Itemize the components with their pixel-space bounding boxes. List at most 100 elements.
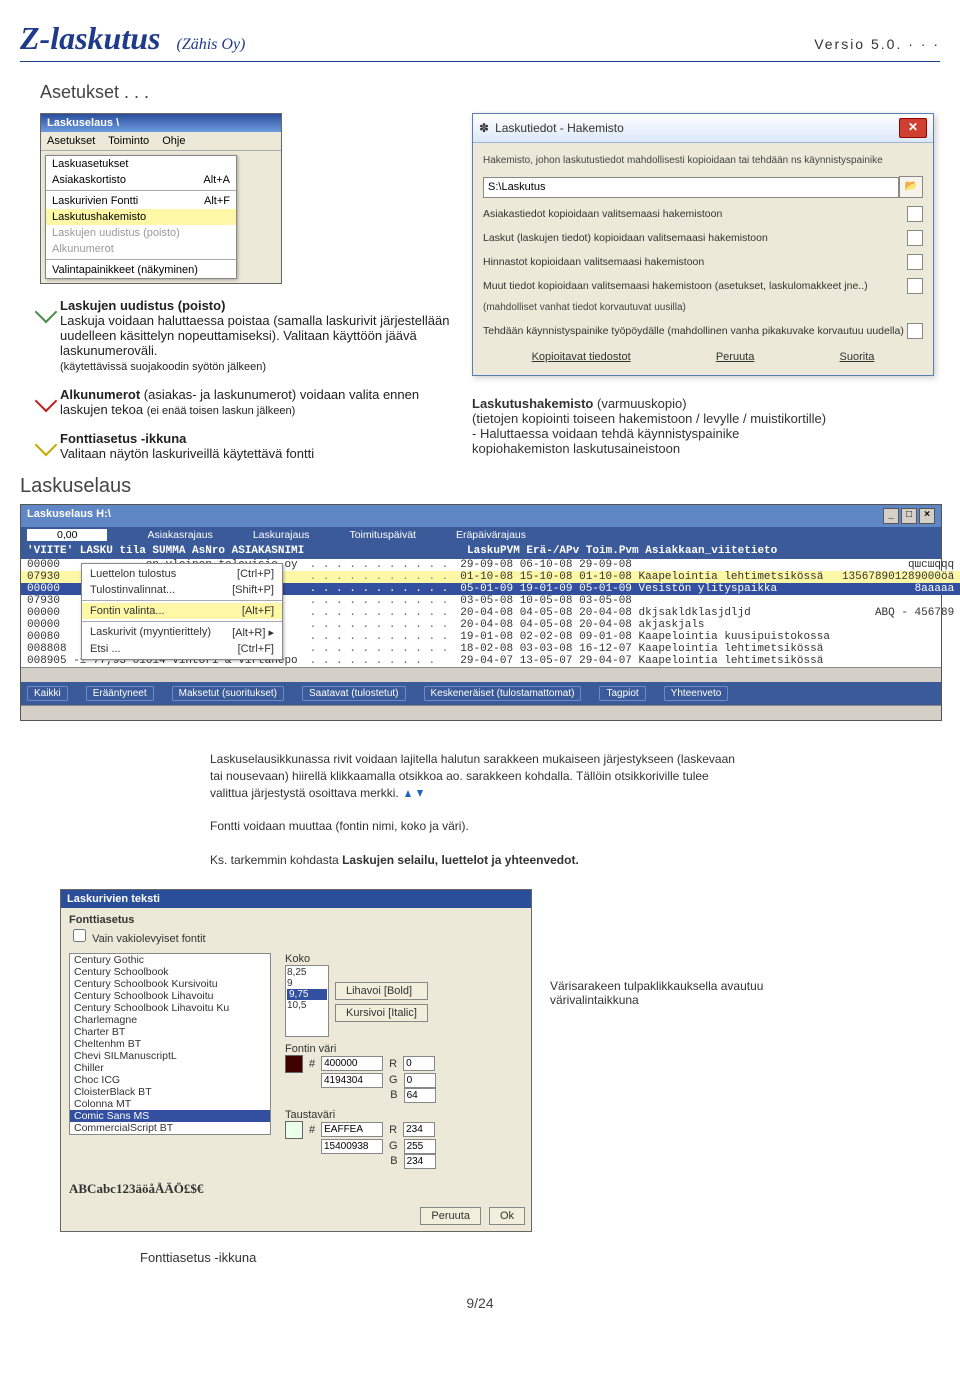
btn-suorita[interactable]: Suorita [836, 349, 879, 365]
browse-icon[interactable]: 📂 [899, 176, 923, 198]
scrollbar[interactable] [21, 667, 941, 682]
fontdlg-peruuta[interactable]: Peruuta [420, 1207, 481, 1225]
fontcolor-swatch[interactable] [285, 1055, 303, 1073]
font-dialog: Laskurivien teksti Fonttiasetus Vain vak… [60, 889, 532, 1232]
size-list[interactable]: 8,25 9 9,75 10,5 [285, 965, 329, 1037]
btn-erapaivarajaus[interactable]: Eräpäivärajaus [456, 529, 526, 541]
hakemisto-dialog: ✽ Laskutiedot - Hakemisto ✕ Hakemisto, j… [472, 113, 934, 376]
fontdlg-group: Fonttiasetus [61, 908, 531, 926]
bgcolor-label: Taustaväri [285, 1109, 436, 1121]
fontcolor-label: Fontin väri [285, 1043, 436, 1055]
dialog-hint: (mahdolliset vanhat tiedot korvautuvat u… [483, 302, 923, 313]
opt-laskut: Laskut (laskujen tiedot) kopioidaan vali… [483, 232, 907, 244]
btn-bold[interactable]: Lihavoi [Bold] [335, 982, 428, 1000]
dialog-intro: Hakemisto, johon laskutustiedot mahdolli… [483, 155, 923, 166]
context-menu[interactable]: Luettelon tulostus[Ctrl+P] Tulostinvalin… [81, 563, 283, 660]
fontcolor-hex[interactable] [321, 1056, 383, 1071]
maximize-icon[interactable]: □ [901, 508, 917, 524]
opt-muut: Muut tiedot kopioidaan valitsemaasi hake… [483, 280, 907, 292]
btn-kopioitavat[interactable]: Kopioitavat tiedostot [528, 349, 635, 365]
g-bg[interactable] [404, 1139, 436, 1154]
opt-painike: Tehdään käynnistyspainike työpöydälle (m… [483, 325, 907, 337]
btn-asiakasrajaus[interactable]: Asiakasrajaus [147, 529, 212, 541]
menu-item[interactable]: AsiakaskortistoAlt+A [46, 172, 236, 188]
font-preview: ABCabc123äöåÅÄÖ£$€ [61, 1177, 531, 1201]
list-title: Laskuselaus H:\ _ □ × [21, 505, 941, 527]
fontdlg-title: Laskurivien teksti [61, 890, 531, 908]
size-label: Koko [285, 953, 329, 965]
laskuselaus-window: Laskuselaus H:\ _ □ × 0,00 Asiakasrajaus… [20, 504, 942, 721]
bgcolor-swatch[interactable] [285, 1121, 303, 1139]
menu-item-laskutushakemisto[interactable]: Laskutushakemisto [46, 209, 236, 225]
fontdlg-ok[interactable]: Ok [489, 1207, 525, 1225]
ctx-item[interactable]: Tulostinvalinnat...[Shift+P] [82, 582, 282, 598]
path-input[interactable] [483, 177, 899, 198]
r-input[interactable] [403, 1056, 435, 1071]
menu-item-disabled: Alkunumerot [46, 241, 236, 257]
minimize-icon[interactable]: _ [883, 508, 899, 524]
btn-italic[interactable]: Kursivoi [Italic] [335, 1004, 428, 1022]
checkbox[interactable] [907, 254, 923, 270]
company-name: (Zähis Oy) [176, 36, 245, 53]
font-caption: Fonttiasetus -ikkuna [140, 1250, 940, 1265]
sum-field: 0,00 [27, 529, 107, 541]
tab-tagpiot[interactable]: Tagpiot [599, 686, 645, 701]
opt-hinnastot: Hinnastot kopioidaan valitsemaasi hakemi… [483, 256, 907, 268]
sort-markers-icon [402, 785, 430, 802]
tab-eraantyneet[interactable]: Erääntyneet [86, 686, 154, 701]
btn-laskurajaus[interactable]: Laskurajaus [253, 529, 310, 541]
menu-item[interactable]: Valintapainikkeet (näkyminen) [46, 262, 236, 278]
menu-item[interactable]: Laskuasetukset [46, 156, 236, 172]
font-selected[interactable]: Comic Sans MS [70, 1110, 270, 1122]
font-list[interactable]: Century GothicCentury Schoolbook Century… [69, 953, 271, 1135]
b-input[interactable] [404, 1088, 436, 1103]
ctx-item[interactable]: Luettelon tulostus[Ctrl+P] [82, 566, 282, 582]
section-heading: Asetukset . . . [40, 82, 940, 103]
tab-saatavat[interactable]: Saatavat (tulostetut) [302, 686, 406, 701]
fontcolor-code[interactable] [321, 1073, 383, 1088]
dialog-title: ✽ Laskutiedot - Hakemisto ✕ [473, 114, 933, 143]
checkbox[interactable] [907, 206, 923, 222]
ctx-item[interactable]: Etsi ...[Ctrl+F] [82, 641, 282, 657]
chk-vakioleveys[interactable]: Vain vakiolevyiset fontit [69, 933, 206, 945]
menubar[interactable]: Asetukset Toiminto Ohje [41, 132, 281, 151]
opt-asiakastiedot: Asiakastiedot kopioidaan valitsemaasi ha… [483, 208, 907, 220]
menu-item-disabled: Laskujen uudistus (poisto) [46, 225, 236, 241]
color-note: Värisarakeen tulpaklikkauksella avautuu … [550, 979, 810, 1007]
close-icon[interactable]: × [919, 508, 935, 524]
bgcolor-code[interactable] [321, 1139, 383, 1154]
b-bg[interactable] [404, 1154, 436, 1169]
settings-menu-window: Laskuselaus \ Asetukset Toiminto Ohje La… [40, 113, 282, 284]
g-input[interactable] [404, 1073, 436, 1088]
column-headers[interactable]: 'VIITE' LASKU tila SUMMA AsNro ASIAKASNI… [21, 543, 941, 559]
btn-peruuta[interactable]: Peruuta [712, 349, 759, 365]
tab-yhteenveto[interactable]: Yhteenveto [664, 686, 729, 701]
menu-ohje[interactable]: Ohje [162, 135, 185, 147]
close-icon[interactable]: ✕ [899, 118, 927, 138]
version-label: Versio 5.0. · · · [814, 36, 940, 52]
explain-hakemisto: Laskutushakemisto (varmuuskopio) (tietoj… [472, 396, 940, 456]
tab-maksetut[interactable]: Maksetut (suoritukset) [172, 686, 284, 701]
page-title: Z-laskutus (Zähis Oy) Versio 5.0. · · · [20, 20, 940, 57]
info-paragraph: Laskuselausikkunassa rivit voidaan lajit… [210, 751, 750, 869]
menu-asetukset[interactable]: Asetukset [47, 135, 95, 147]
tabs-bar[interactable]: Kaikki Erääntyneet Maksetut (suoritukset… [21, 682, 941, 705]
laskuselaus-heading: Laskuselaus [20, 475, 460, 498]
menu-toiminto[interactable]: Toiminto [108, 135, 149, 147]
checkbox[interactable] [907, 323, 923, 339]
ctx-item[interactable]: Laskurivit (myyntierittely)[Alt+R] ▸ [82, 624, 282, 641]
checkbox[interactable] [907, 278, 923, 294]
explain-alkunumerot: Alkunumerot (asiakas- ja laskunumerot) v… [60, 387, 460, 417]
checkbox[interactable] [907, 230, 923, 246]
explain-fonttiasetus: Fonttiasetus -ikkuna Valitaan näytön las… [60, 431, 460, 461]
scrollbar-bottom[interactable] [21, 705, 941, 720]
tab-keskeneraiset[interactable]: Keskeneräiset (tulostamattomat) [424, 686, 582, 701]
r-bg[interactable] [403, 1122, 435, 1137]
btn-toimituspaivat[interactable]: Toimituspäivät [349, 529, 416, 541]
bgcolor-hex[interactable] [321, 1122, 383, 1137]
settings-dropdown[interactable]: Laskuasetukset AsiakaskortistoAlt+A Lask… [45, 155, 237, 279]
tab-kaikki[interactable]: Kaikki [27, 686, 68, 701]
explain-uudistus: Laskujen uudistus (poisto) Laskuja voida… [60, 298, 460, 373]
menu-item[interactable]: Laskurivien FonttiAlt+F [46, 193, 236, 209]
ctx-item-fontti[interactable]: Fontin valinta...[Alt+F] [82, 603, 282, 619]
